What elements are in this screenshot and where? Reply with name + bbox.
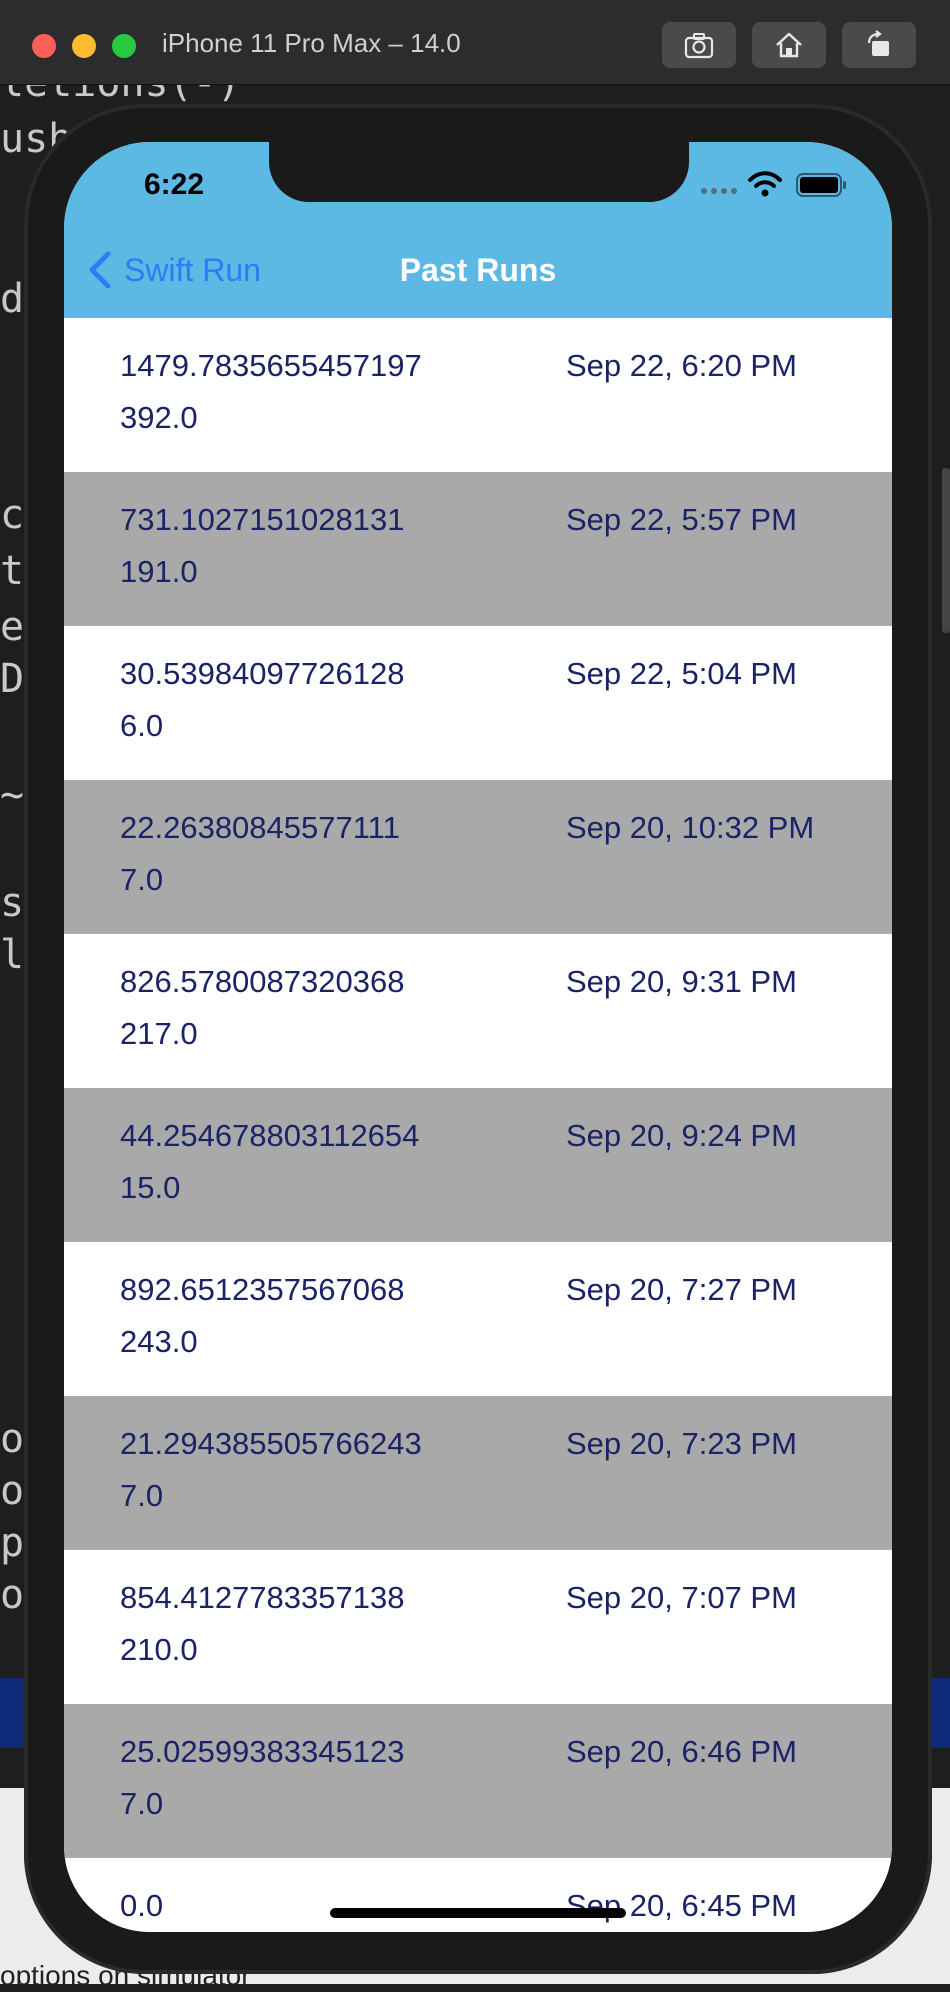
code-line: c (0, 492, 25, 538)
home-icon (776, 32, 802, 58)
close-window-button[interactable] (32, 34, 56, 58)
code-line: s (0, 880, 25, 926)
phone-screen: 6:22 Swift Run Past Runs 1479.7835655457… (64, 142, 892, 1932)
code-line: o (0, 1468, 25, 1514)
run-distance: 731.1027151028131 (120, 502, 405, 537)
run-date: Sep 20, 9:31 PM (566, 964, 797, 999)
run-date: Sep 20, 6:46 PM (566, 1734, 797, 1769)
run-row[interactable]: 25.02599383345123 7.0 Sep 20, 6:46 PM (64, 1704, 892, 1858)
page-title: Past Runs (399, 252, 557, 288)
code-line: d (0, 276, 25, 322)
run-distance: 30.53984097726128 (120, 656, 405, 691)
status-time: 6:22 (144, 168, 205, 201)
window-title: iPhone 11 Pro Max – 14.0 (162, 28, 461, 58)
run-time: 217.0 (120, 1016, 198, 1051)
run-row[interactable]: 30.53984097726128 6.0 Sep 22, 5:04 PM (64, 626, 892, 780)
code-line: ~ (0, 772, 25, 818)
run-time: 7.0 (120, 862, 164, 897)
navigation-bar: 6:22 Swift Run Past Runs (64, 142, 892, 318)
run-row[interactable]: 44.254678803112654 15.0 Sep 20, 9:24 PM (64, 1088, 892, 1242)
run-distance: 0.0 (120, 1888, 164, 1923)
screenshot-button[interactable] (662, 22, 736, 68)
run-distance: 854.4127783357138 (120, 1580, 405, 1615)
run-row[interactable]: 826.5780087320368 217.0 Sep 20, 9:31 PM (64, 934, 892, 1088)
run-distance: 1479.7835655457197 (120, 348, 422, 383)
zoom-window-button[interactable] (112, 34, 136, 58)
screenshot-icon (684, 33, 714, 59)
run-time: 15.0 (120, 1170, 181, 1205)
run-distance: 22.26380845577111 (120, 810, 400, 845)
code-line: e (0, 604, 25, 650)
cellular-signal-icon (701, 188, 737, 194)
run-time: 191.0 (120, 554, 198, 589)
run-date: Sep 20, 7:07 PM (566, 1580, 797, 1615)
run-row[interactable]: 854.4127783357138 210.0 Sep 20, 7:07 PM (64, 1550, 892, 1704)
rotate-icon (867, 30, 889, 56)
battery-icon (796, 173, 846, 197)
run-distance: 44.254678803112654 (120, 1118, 420, 1153)
run-distance: 21.294385505766243 (120, 1426, 422, 1461)
run-distance: 892.6512357567068 (120, 1272, 405, 1307)
code-line: l (0, 932, 25, 978)
run-row[interactable]: 21.294385505766243 7.0 Sep 20, 7:23 PM (64, 1396, 892, 1550)
code-line: p (0, 1520, 25, 1566)
background-scroll-edge (942, 468, 950, 633)
run-time: 6.0 (120, 708, 164, 743)
run-date: Sep 20, 7:27 PM (566, 1272, 797, 1307)
run-date: Sep 20, 9:24 PM (566, 1118, 797, 1153)
home-button[interactable] (752, 22, 826, 68)
run-date: Sep 20, 6:45 PM (566, 1888, 797, 1923)
run-time: 392.0 (120, 400, 198, 435)
run-date: Sep 20, 7:23 PM (566, 1426, 797, 1461)
run-time: 7.0 (120, 1786, 164, 1821)
wifi-icon (748, 171, 782, 197)
run-time: 7.0 (120, 1478, 164, 1513)
run-row[interactable]: 731.1027151028131 191.0 Sep 22, 5:57 PM (64, 472, 892, 626)
code-line: D (0, 656, 25, 702)
run-date: Sep 20, 10:32 PM (566, 810, 815, 845)
run-distance: 826.5780087320368 (120, 964, 405, 999)
run-row[interactable]: 1479.7835655457197 392.0 Sep 22, 6:20 PM (64, 318, 892, 472)
runs-list[interactable]: 1479.7835655457197 392.0 Sep 22, 6:20 PM… (64, 318, 892, 1932)
code-line: o (0, 1572, 25, 1618)
rotate-button[interactable] (842, 22, 916, 68)
run-distance: 25.02599383345123 (120, 1734, 405, 1769)
device-notch (269, 142, 689, 202)
run-date: Sep 22, 5:57 PM (566, 502, 797, 537)
run-row[interactable]: 0.0 Sep 20, 6:45 PM (64, 1858, 892, 1932)
run-row[interactable]: 892.6512357567068 243.0 Sep 20, 7:27 PM (64, 1242, 892, 1396)
run-date: Sep 22, 6:20 PM (566, 348, 797, 383)
simulator-titlebar: iPhone 11 Pro Max – 14.0 (0, 0, 950, 85)
code-line: o (0, 1416, 25, 1462)
run-row[interactable]: 22.26380845577111 7.0 Sep 20, 10:32 PM (64, 780, 892, 934)
minimize-window-button[interactable] (72, 34, 96, 58)
run-time: 243.0 (120, 1324, 198, 1359)
code-line: t (0, 548, 25, 594)
run-time: 210.0 (120, 1632, 198, 1667)
home-indicator[interactable] (330, 1908, 626, 1918)
run-date: Sep 22, 5:04 PM (566, 656, 797, 691)
